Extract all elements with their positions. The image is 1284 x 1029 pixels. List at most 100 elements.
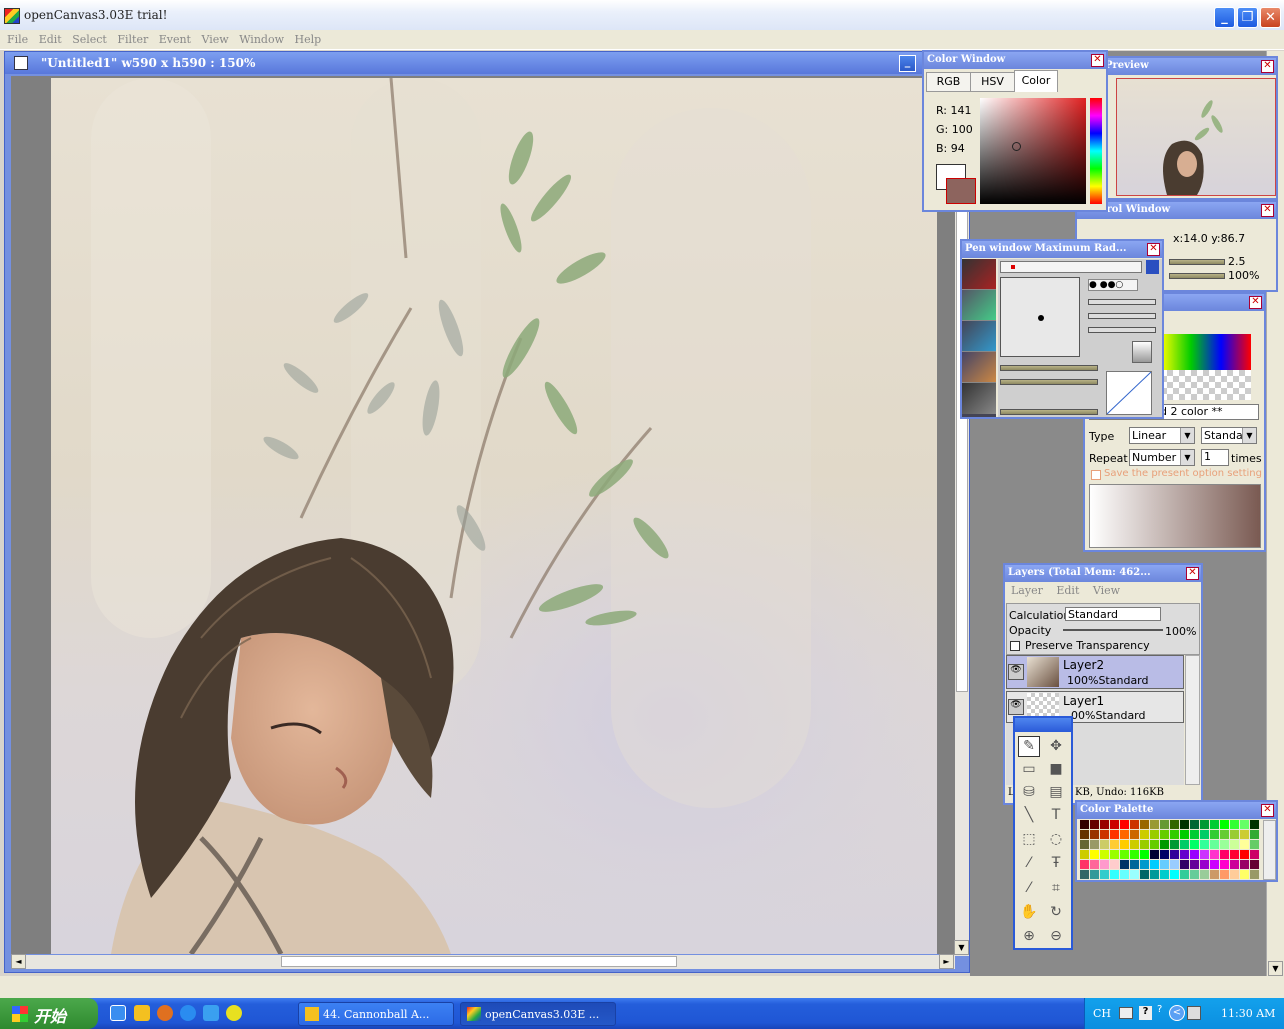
palette-swatch[interactable] [1190, 820, 1199, 829]
palette-swatch[interactable] [1140, 820, 1149, 829]
pen-color-button[interactable] [1132, 341, 1152, 363]
palette-swatch[interactable] [1190, 830, 1199, 839]
palette-swatch[interactable] [1180, 840, 1189, 849]
palette-swatch[interactable] [1250, 870, 1259, 879]
palette-swatch[interactable] [1120, 850, 1129, 859]
palette-swatch[interactable] [1100, 840, 1109, 849]
canvas-horizontal-scrollbar[interactable]: ◄ ► [11, 954, 955, 969]
palette-swatch[interactable] [1130, 870, 1139, 879]
scroll-down-arrow[interactable]: ▼ [954, 940, 969, 955]
palette-swatch[interactable] [1200, 870, 1209, 879]
palette-swatch[interactable] [1220, 840, 1229, 849]
palette-swatch[interactable] [1130, 850, 1139, 859]
type-select[interactable]: Linear ▼ [1129, 427, 1195, 444]
minimize-button[interactable]: _ [1214, 7, 1235, 28]
palette-swatch[interactable] [1190, 850, 1199, 859]
palette-swatch[interactable] [1190, 870, 1199, 879]
pen-slider-a[interactable] [1088, 299, 1156, 305]
menu-select[interactable]: Select [72, 33, 107, 46]
palette-swatch[interactable] [1230, 850, 1239, 859]
palette-swatch[interactable] [1240, 840, 1249, 849]
palette-swatch[interactable] [1250, 850, 1259, 859]
rotate-hand-tool-icon[interactable]: ↻ [1045, 902, 1067, 923]
palette-swatch[interactable] [1160, 830, 1169, 839]
palette-swatch[interactable] [1170, 830, 1179, 839]
restore-button[interactable]: ❐ [1237, 7, 1258, 28]
palette-swatch[interactable] [1150, 840, 1159, 849]
palette-swatch[interactable] [1120, 870, 1129, 879]
opacity-slider[interactable] [1063, 629, 1163, 631]
repeat-times-input[interactable]: 1 [1201, 449, 1229, 466]
pen-pressure-curve[interactable] [1106, 371, 1152, 415]
menu-filter[interactable]: Filter [117, 33, 148, 46]
palette-swatch[interactable] [1090, 840, 1099, 849]
palette-swatch[interactable] [1110, 830, 1119, 839]
palette-swatch[interactable] [1230, 820, 1239, 829]
language-indicator[interactable]: CH [1093, 1007, 1111, 1020]
tool-palette-title-bar[interactable] [1015, 718, 1071, 732]
palette-swatch[interactable] [1080, 840, 1089, 849]
palette-swatch[interactable] [1120, 820, 1129, 829]
palette-swatch[interactable] [1110, 870, 1119, 879]
palette-swatch[interactable] [1080, 870, 1089, 879]
preview-thumbnail[interactable] [1116, 78, 1276, 196]
quicklaunch-icon-5[interactable] [203, 1005, 219, 1021]
move-tool-icon[interactable]: ✥ [1045, 736, 1067, 757]
foreground-color-swatch[interactable] [946, 178, 976, 204]
palette-swatch[interactable] [1110, 860, 1119, 869]
palette-swatch[interactable] [1130, 820, 1139, 829]
palette-swatch[interactable] [1170, 840, 1179, 849]
repeat-select[interactable]: Number ▼ [1129, 449, 1195, 466]
layers-menu-edit[interactable]: Edit [1056, 584, 1079, 597]
palette-swatch[interactable] [1150, 820, 1159, 829]
painting-canvas[interactable] [51, 78, 937, 954]
canvas-area[interactable] [11, 76, 955, 954]
palette-swatch[interactable] [1150, 870, 1159, 879]
palette-swatch[interactable] [1200, 830, 1209, 839]
pen-slider-c[interactable] [1088, 327, 1156, 333]
palette-swatch[interactable] [1170, 860, 1179, 869]
transform-tool-icon[interactable]: ▭ [1018, 759, 1040, 780]
layers-menu-layer[interactable]: Layer [1011, 584, 1043, 597]
palette-swatch[interactable] [1180, 830, 1189, 839]
palette-swatch[interactable] [1160, 820, 1169, 829]
color-palette-close-button[interactable]: ✕ [1261, 804, 1274, 817]
document-minimize-button[interactable]: _ [899, 55, 916, 72]
scroll-left-arrow[interactable]: ◄ [11, 954, 26, 969]
gradient-preset-strip[interactable] [1161, 334, 1251, 370]
type-dropdown-arrow[interactable]: ▼ [1180, 428, 1194, 443]
palette-swatch[interactable] [1120, 830, 1129, 839]
magic-wand-tool-icon[interactable]: ⁄ [1018, 853, 1040, 874]
quicklaunch-icon-3[interactable] [157, 1005, 173, 1021]
pen-shape-selector[interactable]: ● ●●○ [1088, 279, 1138, 291]
palette-swatch[interactable] [1230, 830, 1239, 839]
menu-edit[interactable]: Edit [39, 33, 62, 46]
color-window-close-button[interactable]: ✕ [1091, 54, 1104, 67]
task-cannonball[interactable]: 44. Cannonball A... [298, 1002, 454, 1026]
palette-swatch[interactable] [1250, 830, 1259, 839]
palette-swatch[interactable] [1090, 850, 1099, 859]
palette-swatch[interactable] [1170, 850, 1179, 859]
palette-swatch[interactable] [1120, 860, 1129, 869]
hand-tool-icon[interactable]: ✋ [1018, 902, 1040, 923]
palette-scrollbar[interactable] [1263, 820, 1276, 880]
palette-swatch[interactable] [1240, 830, 1249, 839]
pen-slider-d[interactable] [1000, 365, 1098, 371]
palette-swatch[interactable] [1210, 840, 1219, 849]
color-picker-square[interactable] [980, 98, 1086, 204]
palette-swatch[interactable] [1110, 840, 1119, 849]
pen-size-ruler[interactable] [1000, 261, 1142, 273]
palette-swatch[interactable] [1150, 850, 1159, 859]
zoom-out-tool-icon[interactable]: ⊖ [1045, 926, 1067, 947]
lasso-tool-icon[interactable]: ◌ [1045, 829, 1067, 850]
pen-tool-icon[interactable]: ✎ [1018, 736, 1040, 757]
layer-visibility-eye-icon[interactable]: 👁 [1008, 664, 1024, 680]
palette-swatch[interactable] [1090, 820, 1099, 829]
pen-slider-b[interactable] [1088, 313, 1156, 319]
network-icon[interactable] [1187, 1006, 1201, 1020]
palette-swatch[interactable] [1140, 830, 1149, 839]
layer-visibility-eye-icon[interactable]: 👁 [1008, 699, 1024, 715]
palette-swatch[interactable] [1230, 840, 1239, 849]
color-picker-cursor[interactable] [1012, 142, 1021, 151]
palette-swatch[interactable] [1210, 870, 1219, 879]
